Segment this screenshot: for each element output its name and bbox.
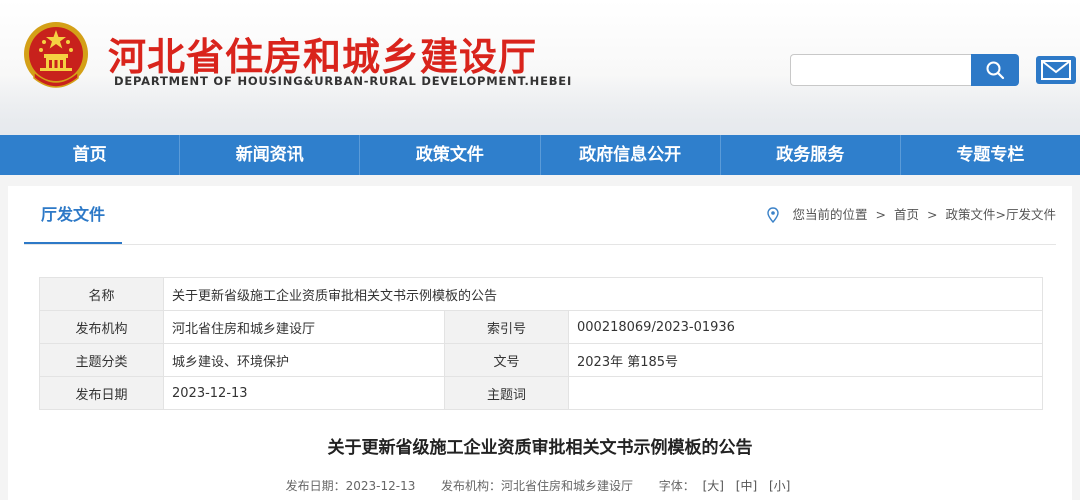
breadcrumb-separator: > (875, 207, 887, 222)
national-emblem-icon (24, 22, 88, 88)
content-panel: 厅发文件 您当前的位置 > 首页 > 政策文件>厅发文件 名称 关于更新省级施工… (8, 186, 1072, 500)
mail-button[interactable] (1036, 56, 1076, 84)
keywords-label: 主题词 (444, 376, 569, 410)
nav-item-news[interactable]: 新闻资讯 (180, 135, 361, 175)
nav-item-policy[interactable]: 政策文件 (360, 135, 541, 175)
category-value: 城乡建设、环境保护 (163, 343, 445, 377)
breadcrumb-current-position: 您当前的位置 (792, 207, 868, 222)
font-large-button[interactable]: [大] (703, 479, 724, 493)
article-publisher: 发布机构：河北省住房和城乡建设厅 (441, 479, 634, 493)
site-subtitle: DEPARTMENT OF HOUSING&URBAN-RURAL DEVELO… (114, 74, 573, 88)
mail-icon (1041, 60, 1071, 80)
docno-label: 文号 (444, 343, 569, 377)
site-header: 河北省住房和城乡建设厅 DEPARTMENT OF HOUSING&URBAN-… (0, 0, 1080, 135)
font-size-label: 字体： (658, 479, 695, 493)
name-label: 名称 (39, 277, 164, 311)
nav-item-special[interactable]: 专题专栏 (901, 135, 1080, 175)
divider (24, 244, 1056, 245)
article-date: 发布日期：2023-12-13 (285, 479, 416, 493)
font-small-button[interactable]: [小] (769, 479, 790, 493)
tab-department-documents[interactable]: 厅发文件 (24, 186, 122, 244)
main-nav: 首页 新闻资讯 政策文件 政府信息公开 政务服务 专题专栏 (0, 135, 1080, 175)
document-info-table: 名称 关于更新省级施工企业资质审批相关文书示例模板的公告 发布机构 河北省住房和… (39, 277, 1043, 410)
font-medium-button[interactable]: [中] (736, 479, 757, 493)
breadcrumb-home-link[interactable]: 首页 (894, 186, 919, 244)
search-button[interactable] (971, 54, 1019, 86)
category-label: 主题分类 (39, 343, 164, 377)
location-pin-icon (766, 207, 779, 223)
nav-item-home[interactable]: 首页 (0, 135, 181, 175)
nav-item-services[interactable]: 政务服务 (721, 135, 901, 175)
table-row: 主题分类 城乡建设、环境保护 文号 2023年 第185号 (39, 343, 1043, 377)
site-title: 河北省住房和城乡建设厅 (108, 35, 538, 79)
table-row: 名称 关于更新省级施工企业资质审批相关文书示例模板的公告 (39, 277, 1043, 311)
index-value: 000218069/2023-01936 (568, 310, 1043, 344)
keywords-value (568, 376, 1043, 410)
breadcrumb: 您当前的位置 > 首页 > 政策文件>厅发文件 (766, 186, 1056, 244)
date-label: 发布日期 (39, 376, 164, 410)
nav-item-gov-info[interactable]: 政府信息公开 (541, 135, 721, 175)
table-row: 发布日期 2023-12-13 主题词 (39, 376, 1043, 410)
breadcrumb-separator: > (927, 207, 938, 222)
date-value: 2023-12-13 (163, 376, 445, 410)
breadcrumb-path-link[interactable]: 政策文件>厅发文件 (946, 186, 1056, 244)
docno-value: 2023年 第185号 (568, 343, 1043, 377)
article-meta: 发布日期：2023-12-13 发布机构：河北省住房和城乡建设厅 字体： [大]… (8, 477, 1072, 494)
table-row: 发布机构 河北省住房和城乡建设厅 索引号 000218069/2023-0193… (39, 310, 1043, 344)
search-icon (986, 61, 1005, 80)
name-value: 关于更新省级施工企业资质审批相关文书示例模板的公告 (163, 277, 1043, 311)
article-title: 关于更新省级施工企业资质审批相关文书示例模板的公告 (327, 438, 753, 458)
publisher-value: 河北省住房和城乡建设厅 (163, 310, 445, 344)
index-label: 索引号 (444, 310, 569, 344)
search-input[interactable] (790, 54, 972, 86)
publisher-label: 发布机构 (39, 310, 164, 344)
